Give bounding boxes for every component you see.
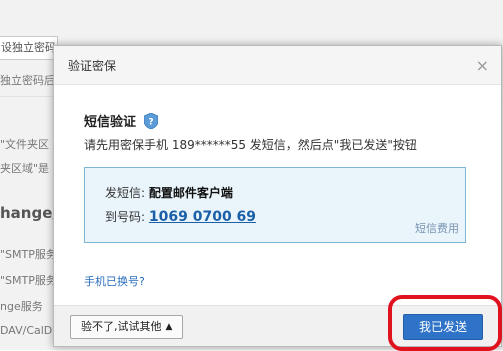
dialog-footer: 验不了,试试其他 ▲ 我已发送 (54, 295, 502, 351)
triangle-up-icon: ▲ (165, 322, 173, 332)
bg-line: "SMTP服务 (0, 248, 57, 261)
dialog-header: 验证密保 × (54, 46, 501, 85)
dialog-title: 验证密保 (68, 58, 117, 73)
phone-changed-link[interactable]: 手机已换号? (84, 273, 145, 289)
bg-line: 独立密码后 (0, 74, 55, 87)
sms-verify-title: 短信验证 (84, 115, 137, 130)
bg-line: nge服务 (0, 300, 43, 313)
bg-line: "文件夹区 (0, 138, 50, 151)
send-label: 发短信: (105, 186, 146, 200)
bg-line: 夹区域"是 (0, 162, 50, 175)
bg-password-field: 设独立密码 (0, 36, 58, 60)
bg-line: "SMTP服务 (0, 274, 57, 287)
send-content: 配置邮件客户端 (148, 186, 233, 200)
svg-text:?: ? (148, 117, 153, 127)
dialog-body: 短信验证 ? 请先用密保手机 189******55 发短信，然后点"我已发送"… (54, 85, 501, 243)
verify-dialog: 验证密保 × 短信验证 ? 请先用密保手机 189******55 发短信，然后… (53, 45, 502, 351)
to-label: 到号码: (105, 210, 146, 224)
section-title: 短信验证 ? (84, 111, 471, 130)
to-row: 到号码: 1069 0700 69 (105, 208, 256, 225)
send-row: 发短信: 配置邮件客户端 (105, 184, 233, 201)
sms-fee-link[interactable]: 短信费用 (415, 220, 459, 236)
shield-question-icon: ? (144, 112, 159, 129)
sent-confirm-button[interactable]: 我已发送 (403, 314, 483, 340)
sms-info-box: 发短信: 配置邮件客户端 到号码: 1069 0700 69 短信费用 (84, 167, 466, 243)
instruction-text: 请先用密保手机 189******55 发短信，然后点"我已发送"按钮 (84, 138, 417, 152)
try-other-button[interactable]: 验不了,试试其他 ▲ (70, 315, 184, 339)
try-other-label: 验不了,试试其他 (81, 320, 162, 333)
bg-section-heading: hange/ (0, 204, 58, 222)
close-icon[interactable]: × (476, 56, 489, 75)
sms-number-link[interactable]: 1069 0700 69 (149, 209, 256, 225)
bg-line: DAV/CalD (0, 324, 53, 337)
